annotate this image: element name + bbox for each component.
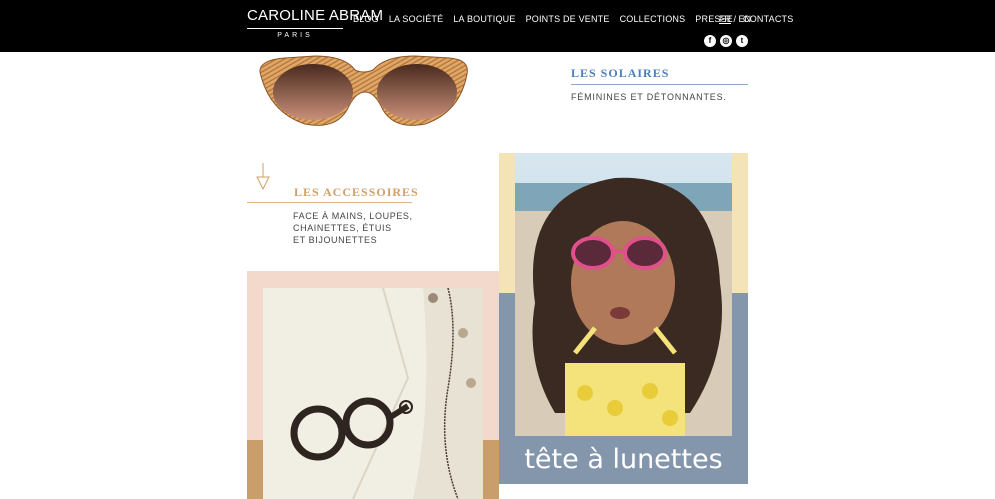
solaires-divider [571, 84, 748, 85]
solaires-subtitle: FÉMININES ET DÉTONNANTES. [571, 92, 727, 102]
logo-city: PARIS [277, 32, 313, 39]
accessoires-line: CHAINETTES, ÉTUIS [293, 223, 392, 233]
logo-divider [247, 28, 343, 29]
nav-points-de-vente[interactable]: POINTS DE VENTE [526, 14, 610, 24]
pendant-icon [256, 163, 270, 191]
nav-collections[interactable]: COLLECTIONS [620, 14, 686, 24]
instagram-icon[interactable]: ◎ [720, 35, 732, 47]
child-with-sunglasses-photo[interactable] [515, 153, 732, 436]
social-links: f ◎ t [704, 35, 752, 47]
face-a-main-photo[interactable] [263, 288, 483, 499]
accessoires-heading[interactable]: LES ACCESSOIRES [294, 185, 419, 200]
accessoires-line: FACE À MAINS, LOUPES, [293, 211, 413, 221]
accessoires-line: ET BIJOUNETTES [293, 235, 378, 245]
lang-separator: / [733, 14, 737, 24]
lang-en-link[interactable]: EN [739, 14, 752, 24]
logo-wordmark: CAROLINE ABRAM [247, 7, 384, 24]
language-switcher: FR / EN [719, 14, 751, 24]
brand-logo[interactable]: CAROLINE ABRAM PARIS [247, 7, 384, 41]
face-a-main-illustration [263, 288, 483, 499]
accessoires-description: FACE À MAINS, LOUPES, CHAINETTES, ÉTUIS … [293, 210, 413, 246]
solaires-heading[interactable]: LES SOLAIRES [571, 66, 669, 81]
twitter-icon[interactable]: t [736, 35, 748, 47]
top-navigation-bar: CAROLINE ABRAM PARIS BLOG LA SOCIÉTÉ LA … [0, 0, 995, 52]
tete-a-lunettes-label[interactable]: tête à lunettes [499, 436, 748, 484]
nav-la-societe[interactable]: LA SOCIÉTÉ [389, 14, 444, 24]
lang-fr-link[interactable]: FR [719, 14, 731, 24]
sunglasses-image[interactable] [255, 52, 475, 132]
nav-blog[interactable]: BLOG [353, 14, 379, 24]
nav-la-boutique[interactable]: LA BOUTIQUE [453, 14, 515, 24]
facebook-icon[interactable]: f [704, 35, 716, 47]
child-beach-illustration [515, 153, 732, 436]
accessoires-divider [247, 202, 412, 203]
